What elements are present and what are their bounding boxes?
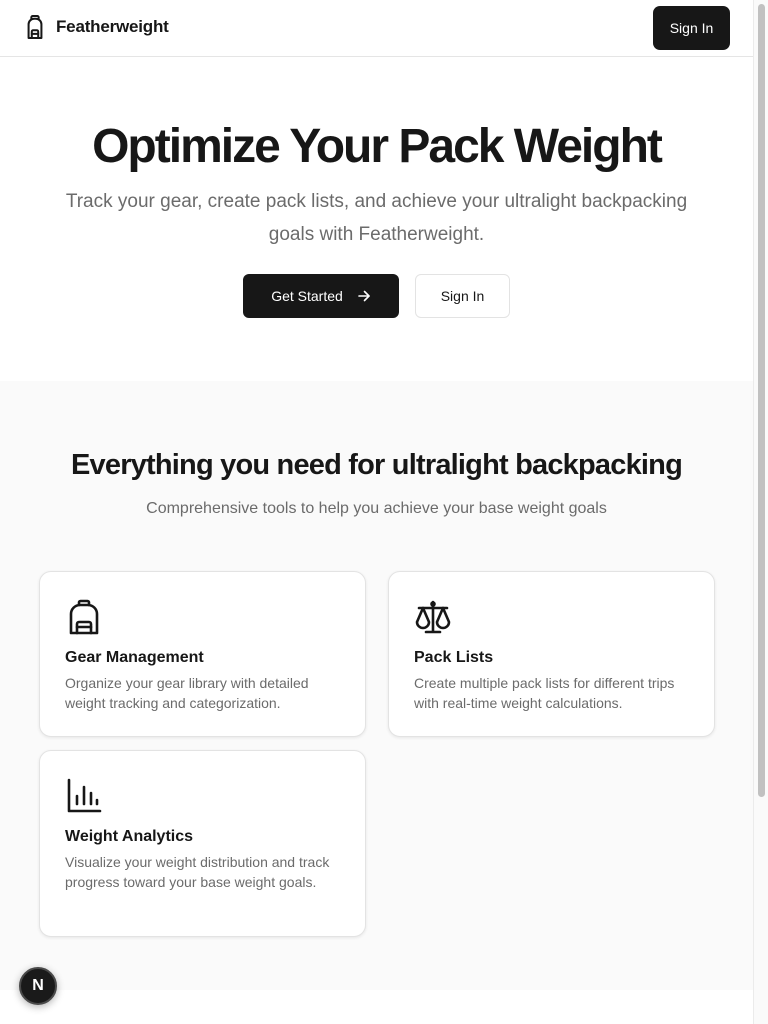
brand[interactable]: Featherweight — [24, 14, 169, 40]
hero-title: Optimize Your Pack Weight — [92, 120, 663, 173]
feature-card-description: Organize your gear library with detailed… — [65, 675, 309, 711]
features-subtitle: Comprehensive tools to help you achieve … — [146, 500, 607, 517]
dev-tools-badge[interactable]: N — [19, 967, 57, 1005]
backpack-icon — [69, 599, 99, 635]
feature-card-weight-analytics: Weight Analytics Visualize your weight d… — [39, 750, 366, 937]
arrow-right-icon — [357, 290, 370, 302]
backpack-icon — [27, 14, 43, 40]
header-sign-in-button[interactable]: Sign In — [653, 6, 730, 50]
feature-card-gear-management: Gear Management Organize your gear libra… — [39, 571, 366, 737]
scrollbar-thumb[interactable] — [758, 4, 765, 797]
feature-card-description: Create multiple pack lists for different… — [414, 675, 675, 711]
scale-icon — [415, 600, 451, 634]
brand-name: Featherweight — [56, 17, 169, 36]
get-started-button[interactable]: Get Started — [243, 274, 399, 318]
feature-card-title: Weight Analytics — [65, 828, 194, 845]
feature-card-title: Pack Lists — [414, 649, 494, 666]
get-started-label: Get Started — [271, 288, 343, 304]
feature-card-pack-lists: Pack Lists Create multiple pack lists fo… — [388, 571, 715, 737]
top-nav: Featherweight Sign In — [0, 0, 753, 57]
bar-chart-icon — [67, 778, 102, 813]
page: Featherweight Sign In Optimize Your Pack… — [0, 0, 753, 1024]
features-title: Everything you need for ultralight backp… — [71, 449, 683, 481]
hero-subtitle: Track your gear, create pack lists, and … — [65, 191, 688, 245]
feature-card-title: Gear Management — [65, 649, 204, 666]
vertical-scrollbar[interactable] — [753, 0, 768, 1024]
hero-sign-in-button[interactable]: Sign In — [415, 274, 510, 318]
features-section: Everything you need for ultralight backp… — [0, 381, 753, 990]
feature-card-description: Visualize your weight distribution and t… — [65, 854, 330, 890]
